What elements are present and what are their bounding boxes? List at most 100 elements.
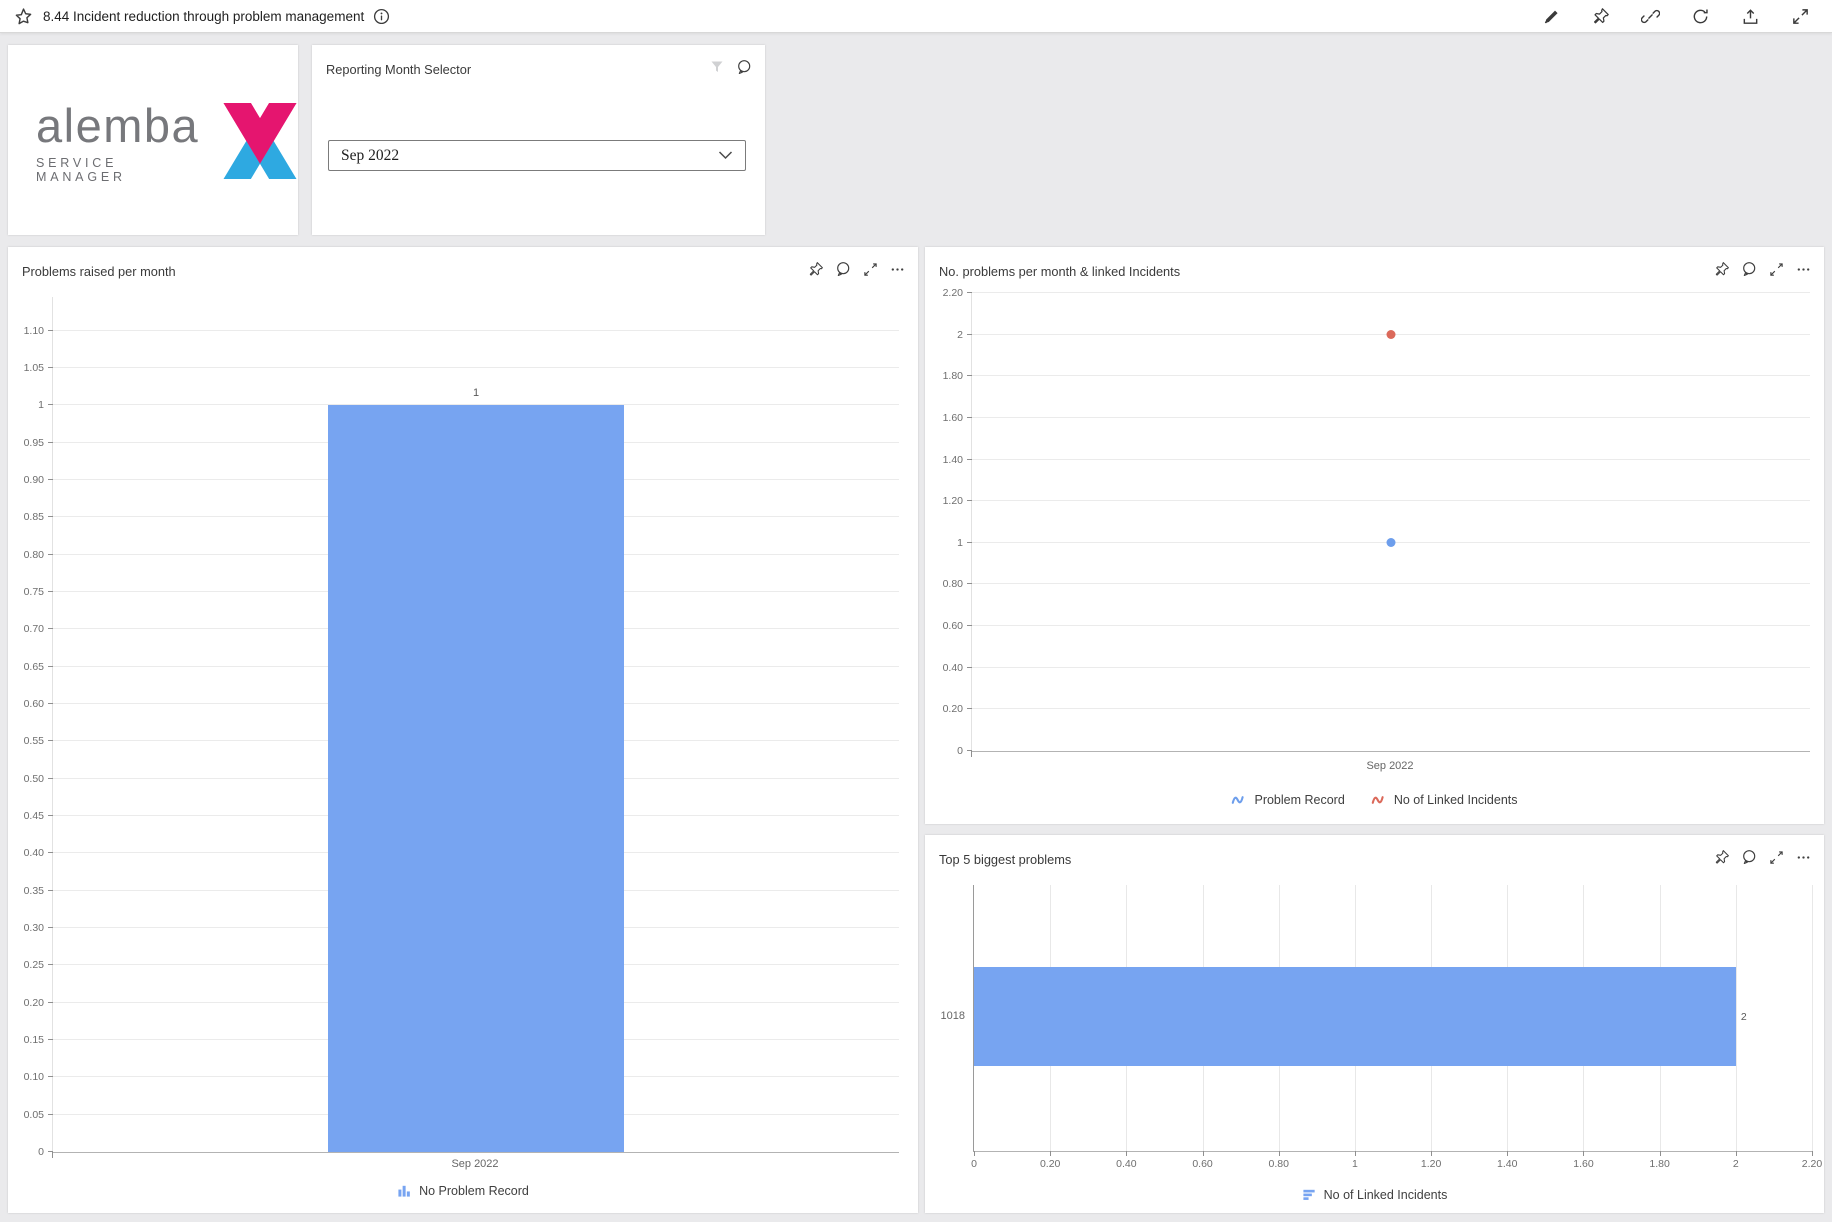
x-tick-label: 1.20 xyxy=(1421,1158,1441,1170)
x-tick-label: 0.40 xyxy=(1116,1158,1136,1170)
y-tick-label: 1.60 xyxy=(917,411,963,425)
share-icon[interactable] xyxy=(1741,7,1760,26)
gridline xyxy=(972,708,1810,709)
data-point[interactable] xyxy=(1387,538,1396,547)
legend-label: No of Linked Incidents xyxy=(1394,793,1518,807)
y-tick-label: 2.20 xyxy=(917,286,963,300)
y-tick-mark xyxy=(967,708,972,709)
y-tick-label: 0.15 xyxy=(0,1033,44,1047)
gridline xyxy=(1736,885,1737,1151)
info-icon[interactable] xyxy=(373,8,390,25)
y-tick-mark xyxy=(967,334,972,335)
chart-top5-problems: Top 5 biggest problems 00.200.400.600.80… xyxy=(925,835,1824,1213)
y-tick-label: 0.25 xyxy=(0,958,44,972)
x-tick-mark xyxy=(1126,1151,1127,1156)
legend-item[interactable]: No of Linked Incidents xyxy=(1302,1187,1448,1202)
y-tick-mark xyxy=(48,404,53,405)
expand-icon[interactable] xyxy=(861,260,879,278)
y-tick-mark xyxy=(48,778,53,779)
y-tick-mark xyxy=(967,375,972,376)
y-tick-label: 0.90 xyxy=(0,473,44,487)
month-dropdown[interactable]: Sep 2022 xyxy=(328,140,746,171)
y-tick-label: 0 xyxy=(0,1145,44,1159)
x-tick-mark xyxy=(1203,1151,1204,1156)
star-icon[interactable] xyxy=(14,7,33,26)
chart-problems-incidents: No. problems per month & linked Incident… xyxy=(925,247,1824,824)
gridline xyxy=(972,375,1810,376)
y-tick-label: 0.40 xyxy=(917,661,963,675)
y-tick-label: 0.60 xyxy=(0,697,44,711)
x-tick-label: 1.40 xyxy=(1497,1158,1517,1170)
legend-item[interactable]: Problem Record xyxy=(1231,793,1344,807)
x-tick-label: 1.80 xyxy=(1649,1158,1669,1170)
pin-icon[interactable] xyxy=(807,260,825,278)
edit-icon[interactable] xyxy=(1542,7,1561,26)
y-tick-label: 0.20 xyxy=(917,702,963,716)
pin-icon[interactable] xyxy=(1713,260,1731,278)
y-tick-label: 0.55 xyxy=(0,734,44,748)
y-tick-label: 0.85 xyxy=(0,510,44,524)
y-tick-label: 1 xyxy=(917,536,963,550)
y-tick-mark xyxy=(48,442,53,443)
bar[interactable] xyxy=(328,405,624,1152)
y-tick-label: 0.95 xyxy=(0,436,44,450)
y-tick-mark xyxy=(48,964,53,965)
chart-header-icons xyxy=(1713,848,1812,866)
alemba-logo: alemba SERVICE MANAGER xyxy=(36,102,298,185)
more-icon[interactable] xyxy=(1794,848,1812,866)
y-tick-mark xyxy=(48,479,53,480)
y-tick-label: 1.20 xyxy=(917,494,963,508)
y-tick-mark xyxy=(48,815,53,816)
gridline xyxy=(972,667,1810,668)
comment-icon[interactable] xyxy=(1740,848,1758,866)
month-selector-card: Reporting Month Selector Sep 2022 xyxy=(312,45,765,235)
gridline xyxy=(53,330,899,331)
top-bar: 8.44 Incident reduction through problem … xyxy=(0,0,1832,33)
x-tick-mark xyxy=(1812,1151,1813,1156)
selector-title: Reporting Month Selector xyxy=(326,62,471,77)
gridline xyxy=(972,583,1810,584)
bar[interactable] xyxy=(974,967,1736,1065)
expand-icon[interactable] xyxy=(1767,260,1785,278)
y-tick-mark xyxy=(48,367,53,368)
x-tick-label: 0.80 xyxy=(1269,1158,1289,1170)
gridline xyxy=(972,459,1810,460)
legend-item[interactable]: No of Linked Incidents xyxy=(1371,793,1518,807)
logo-subtitle-text: SERVICE MANAGER xyxy=(36,156,212,184)
pin-icon[interactable] xyxy=(1592,7,1610,25)
x-tick-label: 0.60 xyxy=(1192,1158,1212,1170)
y-tick-mark xyxy=(967,583,972,584)
legend-label: Problem Record xyxy=(1254,793,1344,807)
plot-area-problems: 00.050.100.150.200.250.300.350.400.450.5… xyxy=(52,297,899,1153)
x-tick-mark xyxy=(974,1151,975,1156)
y-tick-label: 0.20 xyxy=(0,996,44,1010)
more-icon[interactable] xyxy=(888,260,906,278)
gridline xyxy=(1812,885,1813,1151)
y-tick-label: 1 xyxy=(0,398,44,412)
x-axis-label: Sep 2022 xyxy=(971,760,1809,772)
refresh-icon[interactable] xyxy=(1691,7,1710,26)
topbar-actions xyxy=(1542,7,1818,26)
fullscreen-icon[interactable] xyxy=(1791,7,1810,26)
x-tick-label: 0.20 xyxy=(1040,1158,1060,1170)
pin-icon[interactable] xyxy=(1713,848,1731,866)
x-tick-label: 1.60 xyxy=(1573,1158,1593,1170)
column-chart-icon xyxy=(397,1183,412,1198)
y-tick-label: 0 xyxy=(917,744,963,758)
gridline xyxy=(972,500,1810,501)
comment-icon[interactable] xyxy=(834,260,852,278)
y-tick-label: 0.45 xyxy=(0,809,44,823)
more-icon[interactable] xyxy=(1794,260,1812,278)
expand-icon[interactable] xyxy=(1767,848,1785,866)
link-icon[interactable] xyxy=(1641,7,1660,26)
plot-area-top5: 00.200.400.600.8011.201.401.601.8022.202… xyxy=(973,885,1812,1152)
comment-icon[interactable] xyxy=(1740,260,1758,278)
y-tick-mark xyxy=(48,703,53,704)
comment-icon[interactable] xyxy=(735,58,753,76)
data-point[interactable] xyxy=(1387,330,1396,339)
legend-item[interactable]: No Problem Record xyxy=(397,1183,529,1198)
chart-title: Problems raised per month xyxy=(22,264,176,279)
x-tick-mark xyxy=(1736,1151,1737,1156)
gridline xyxy=(972,417,1810,418)
filter-icon[interactable] xyxy=(708,58,726,76)
